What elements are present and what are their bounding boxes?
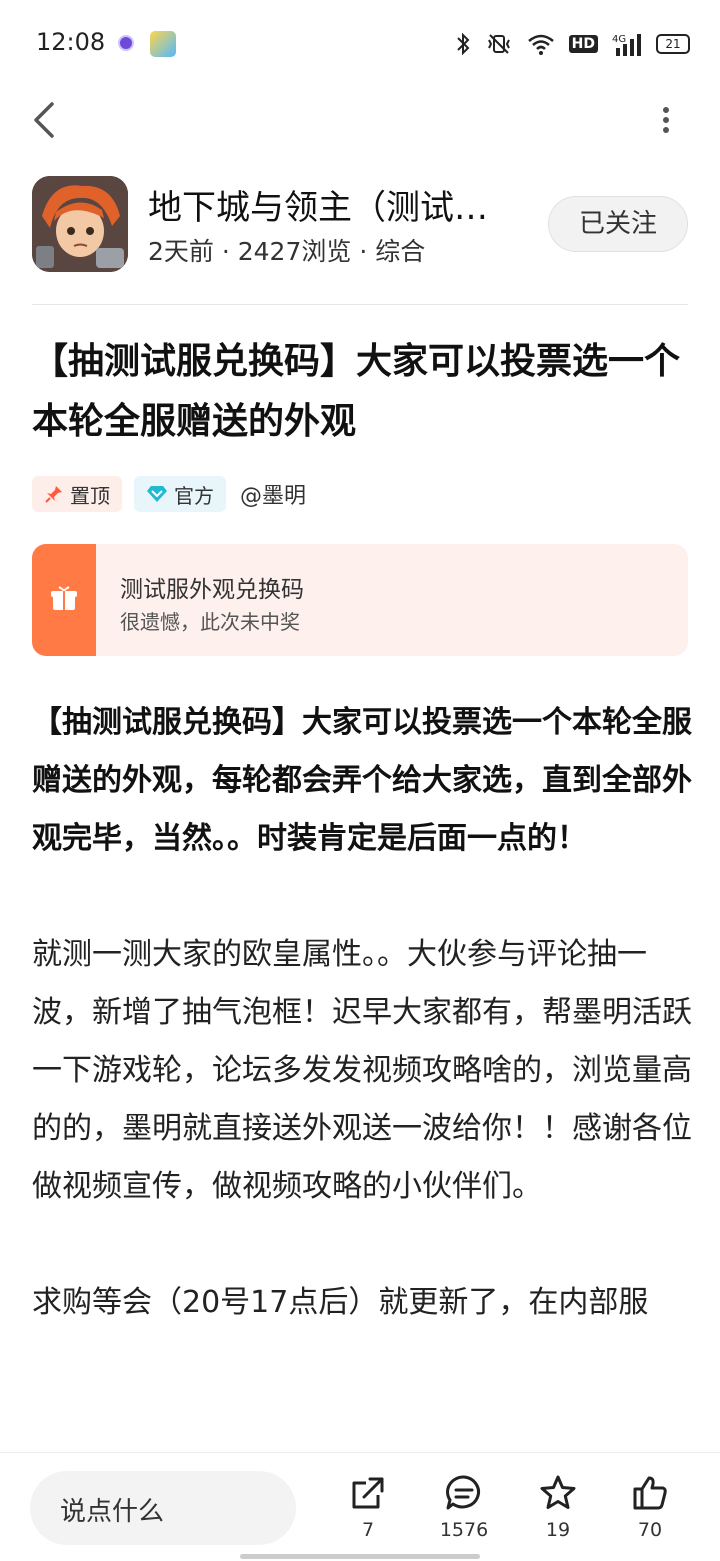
battery-icon: 21 — [656, 34, 690, 54]
author-name[interactable]: @墨明 — [240, 478, 306, 510]
reward-card[interactable]: 测试服外观兑换码 很遗憾，此次未中奖 — [32, 544, 688, 656]
hd-badge: HD — [568, 35, 598, 53]
reward-card-subtitle: 很遗憾，此次未中奖 — [120, 610, 300, 634]
vibrate-icon — [487, 34, 510, 54]
share-count: 7 — [361, 1519, 375, 1541]
diamond-icon — [147, 486, 167, 502]
wifi-icon — [527, 34, 554, 55]
status-bar: 12:08 HD 4G 21 — [0, 0, 720, 88]
favorite-button[interactable]: 19 — [518, 1473, 598, 1541]
star-icon — [540, 1475, 576, 1509]
favorite-count: 19 — [545, 1519, 571, 1541]
comment-icon — [446, 1475, 480, 1510]
home-indicator[interactable] — [240, 1554, 480, 1559]
pin-icon — [45, 486, 62, 503]
chevron-left-icon — [34, 102, 54, 138]
official-tag-label: 官方 — [174, 483, 214, 508]
gift-icon — [51, 586, 77, 610]
signal-icon: 4G — [612, 34, 641, 56]
status-icons: HD 4G 21 — [455, 30, 690, 58]
body-paragraph-3: 求购等会（20号17点后）就更新了，在内部服 — [32, 1285, 649, 1320]
app-notification-icon — [150, 31, 176, 57]
reward-card-title: 测试服外观兑换码 — [120, 577, 304, 603]
header-divider — [32, 304, 688, 305]
comment-button[interactable]: 1576 — [424, 1473, 504, 1541]
post-body: 【抽测试服兑换码】大家可以投票选一个本轮全服赠送的外观，每轮都会弄个给大家选，直… — [32, 694, 692, 1332]
thumbs-up-icon — [633, 1476, 667, 1510]
comment-count: 1576 — [439, 1519, 489, 1541]
post-title: 【抽测试服兑换码】大家可以投票选一个本轮全服赠送的外观 — [32, 341, 681, 442]
bluetooth-icon — [456, 32, 470, 56]
game-icon[interactable] — [32, 176, 128, 272]
like-count: 70 — [637, 1519, 663, 1541]
like-button[interactable]: 70 — [610, 1473, 690, 1541]
more-button[interactable] — [650, 104, 682, 136]
pinned-tag-label: 置顶 — [70, 483, 110, 508]
game-title[interactable]: 地下城与领主（测试… — [148, 180, 518, 229]
post-tags: 置顶 官方 @墨明 — [32, 476, 306, 512]
status-time: 12:08 — [36, 28, 106, 56]
svg-text:4G: 4G — [612, 34, 626, 45]
follow-button[interactable]: 已关注 — [548, 196, 688, 252]
game-character-icon — [32, 176, 128, 272]
post-meta: 2天前 · 2427浏览 · 综合 — [148, 237, 426, 266]
notification-dot-icon — [118, 35, 134, 51]
pinned-tag: 置顶 — [32, 476, 122, 512]
official-tag: 官方 — [134, 476, 226, 512]
comment-input[interactable]: 说点什么 — [30, 1471, 296, 1545]
reward-card-accent — [32, 544, 96, 656]
comment-placeholder: 说点什么 — [60, 1497, 165, 1527]
bottom-action-bar: 说点什么 7 1576 19 70 — [0, 1452, 720, 1561]
body-paragraph-1: 【抽测试服兑换码】大家可以投票选一个本轮全服赠送的外观，每轮都会弄个给大家选，直… — [32, 705, 692, 856]
share-icon — [352, 1477, 384, 1509]
back-button[interactable] — [28, 100, 64, 140]
body-paragraph-2: 就测一测大家的欧皇属性。。大伙参与评论抽一波，新增了抽气泡框！迟早大家都有，帮墨… — [32, 937, 692, 1204]
more-vertical-icon — [663, 107, 669, 133]
share-button[interactable]: 7 — [328, 1473, 408, 1541]
